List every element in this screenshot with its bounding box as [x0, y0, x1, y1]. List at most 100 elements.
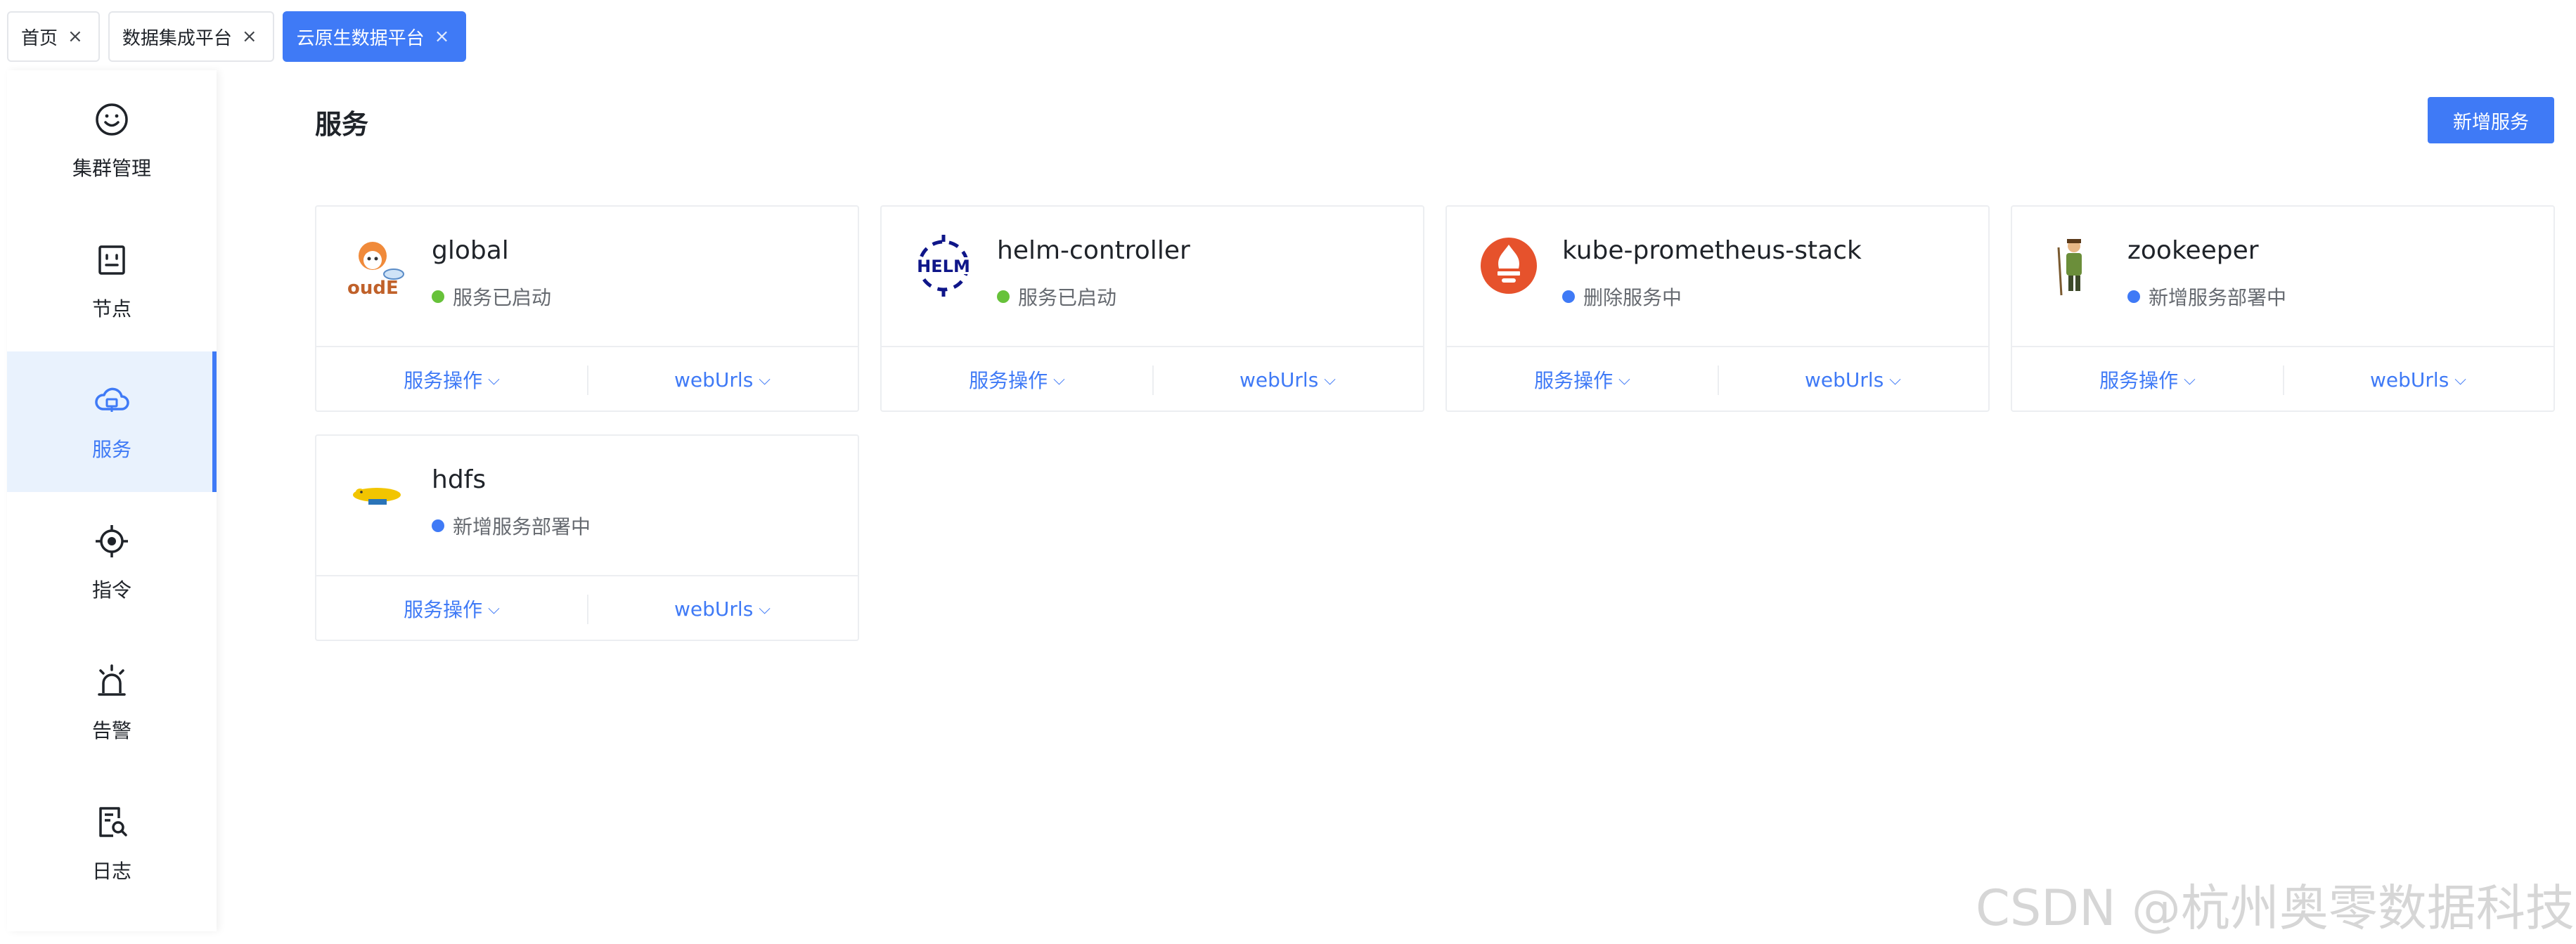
tab-cloud-native[interactable]: 云原生数据平台 × [282, 11, 467, 62]
status-dot [432, 519, 444, 532]
target-icon [96, 525, 128, 557]
card-header[interactable]: zookeeper 新增服务部署中 [2012, 207, 2554, 346]
log-search-icon [99, 807, 127, 837]
node-icon [98, 245, 125, 275]
chevron-down-icon: ⌵ [1889, 370, 1901, 389]
chevron-down-icon: ⌵ [1324, 370, 1336, 389]
chevron-down-icon: ⌵ [488, 370, 500, 389]
sidebar-item-cluster[interactable]: 集群管理 [7, 70, 217, 211]
svg-text:oudE: oudE [347, 278, 399, 299]
weburls-dropdown[interactable]: webUrls ⌵ [1718, 347, 1988, 412]
sidebar-item-label: 服务 [91, 438, 131, 461]
sidebar-item-label: 集群管理 [72, 157, 151, 180]
chevron-down-icon: ⌵ [759, 370, 771, 389]
weburls-dropdown[interactable]: webUrls ⌵ [587, 576, 858, 641]
tab-label: 首页 [21, 27, 58, 49]
service-card-hdfs: hdfs 新增服务部署中 服务操作 ⌵ webUrls ⌵ [315, 434, 859, 641]
service-operation-dropdown[interactable]: 服务操作 ⌵ [316, 347, 587, 412]
status-badge: 服务已启动 [997, 283, 1116, 311]
card-header[interactable]: oudE global 服务已启动 [316, 207, 858, 346]
status-badge: 新增服务部署中 [432, 512, 591, 540]
card-header[interactable]: kube-prometheus-stack 删除服务中 [1447, 207, 1988, 346]
close-icon[interactable]: × [434, 27, 450, 46]
sidebar-item-label: 日志 [91, 860, 131, 883]
tab-data-integration[interactable]: 数据集成平台 × [108, 11, 274, 62]
chevron-down-icon: ⌵ [1618, 370, 1630, 389]
global-logo-icon: oudE [344, 232, 412, 299]
status-text: 新增服务部署中 [453, 515, 591, 538]
weburls-dropdown[interactable]: webUrls ⌵ [2283, 347, 2554, 412]
watermark: CSDN @杭州奥零数据科技 [1976, 879, 2575, 937]
page-title: 服务 [315, 109, 369, 140]
tab-home[interactable]: 首页 × [7, 11, 100, 62]
sidebar-item-label: 告警 [91, 719, 131, 742]
sidebar: 集群管理 节点 服务 指令 告警 日志 [7, 70, 217, 931]
sidebar-item-label: 指令 [91, 578, 131, 602]
smiley-icon [96, 103, 128, 136]
action-label: webUrls [1239, 368, 1319, 392]
sidebar-item-label: 节点 [91, 297, 131, 321]
action-label: 服务操作 [404, 369, 483, 392]
card-header[interactable]: HELM helm-controller 服务已启动 [882, 207, 1423, 346]
status-dot [1562, 290, 1575, 303]
service-name: zookeeper [2127, 236, 2259, 265]
chevron-down-icon: ⌵ [2184, 370, 2196, 389]
status-text: 服务已启动 [453, 286, 552, 309]
action-label: webUrls [674, 597, 754, 621]
tab-bar: 首页 × 数据集成平台 × 云原生数据平台 × [7, 11, 467, 62]
weburls-dropdown[interactable]: webUrls ⌵ [587, 347, 858, 412]
sidebar-item-node[interactable]: 节点 [7, 211, 217, 351]
card-actions: 服务操作 ⌵ webUrls ⌵ [316, 575, 858, 641]
card-actions: 服务操作 ⌵ webUrls ⌵ [316, 346, 858, 412]
service-card-helm-controller: HELM helm-controller 服务已启动 服务操作 ⌵ webUrl… [880, 205, 1424, 412]
chevron-down-icon: ⌵ [759, 600, 771, 618]
sidebar-item-command[interactable]: 指令 [7, 492, 217, 633]
status-text: 删除服务中 [1583, 286, 1682, 309]
tab-label: 数据集成平台 [122, 27, 232, 49]
status-badge: 新增服务部署中 [2127, 283, 2286, 311]
tab-label: 云原生数据平台 [296, 27, 425, 49]
card-actions: 服务操作 ⌵ webUrls ⌵ [1447, 346, 1988, 412]
sidebar-item-service[interactable]: 服务 [7, 351, 217, 492]
alarm-icon [98, 664, 126, 696]
action-label: webUrls [1805, 368, 1884, 392]
close-icon[interactable]: × [242, 27, 257, 46]
add-service-button[interactable]: 新增服务 [2428, 97, 2554, 143]
status-text: 服务已启动 [1018, 286, 1117, 309]
action-label: 服务操作 [404, 598, 483, 621]
sidebar-item-log[interactable]: 日志 [7, 773, 217, 914]
hadoop-logo-icon [344, 461, 412, 529]
service-name: kube-prometheus-stack [1562, 236, 1862, 265]
status-dot [2127, 290, 2140, 303]
service-operation-dropdown[interactable]: 服务操作 ⌵ [2012, 347, 2283, 412]
action-label: webUrls [2370, 368, 2449, 392]
status-dot [997, 290, 1010, 303]
prometheus-logo-icon [1475, 232, 1543, 299]
cloud-service-icon [95, 387, 129, 412]
sidebar-item-alarm[interactable]: 告警 [7, 633, 217, 773]
service-card-kube-prometheus-stack: kube-prometheus-stack 删除服务中 服务操作 ⌵ webUr… [1445, 205, 1990, 412]
helm-logo-icon: HELM [910, 232, 977, 299]
service-name: hdfs [432, 465, 487, 494]
status-text: 新增服务部署中 [2149, 286, 2287, 309]
card-header[interactable]: hdfs 新增服务部署中 [316, 436, 858, 575]
service-card-global: oudE global 服务已启动 服务操作 ⌵ webUrls ⌵ [315, 205, 859, 412]
chevron-down-icon: ⌵ [488, 600, 500, 618]
status-dot [432, 290, 444, 303]
chevron-down-icon: ⌵ [1053, 370, 1065, 389]
service-operation-dropdown[interactable]: 服务操作 ⌵ [316, 576, 587, 641]
weburls-dropdown[interactable]: webUrls ⌵ [1152, 347, 1423, 412]
zookeeper-logo-icon [2040, 232, 2108, 299]
service-operation-dropdown[interactable]: 服务操作 ⌵ [882, 347, 1152, 412]
status-badge: 服务已启动 [432, 283, 551, 311]
service-name: global [432, 236, 509, 265]
action-label: 服务操作 [2099, 369, 2179, 392]
service-name: helm-controller [997, 236, 1190, 265]
close-icon[interactable]: × [67, 27, 83, 46]
service-card-zookeeper: zookeeper 新增服务部署中 服务操作 ⌵ webUrls ⌵ [2011, 205, 2555, 412]
service-operation-dropdown[interactable]: 服务操作 ⌵ [1447, 347, 1718, 412]
action-label: 服务操作 [1534, 369, 1614, 392]
card-actions: 服务操作 ⌵ webUrls ⌵ [2012, 346, 2554, 412]
status-badge: 删除服务中 [1562, 283, 1682, 311]
svg-text:HELM: HELM [917, 257, 970, 276]
